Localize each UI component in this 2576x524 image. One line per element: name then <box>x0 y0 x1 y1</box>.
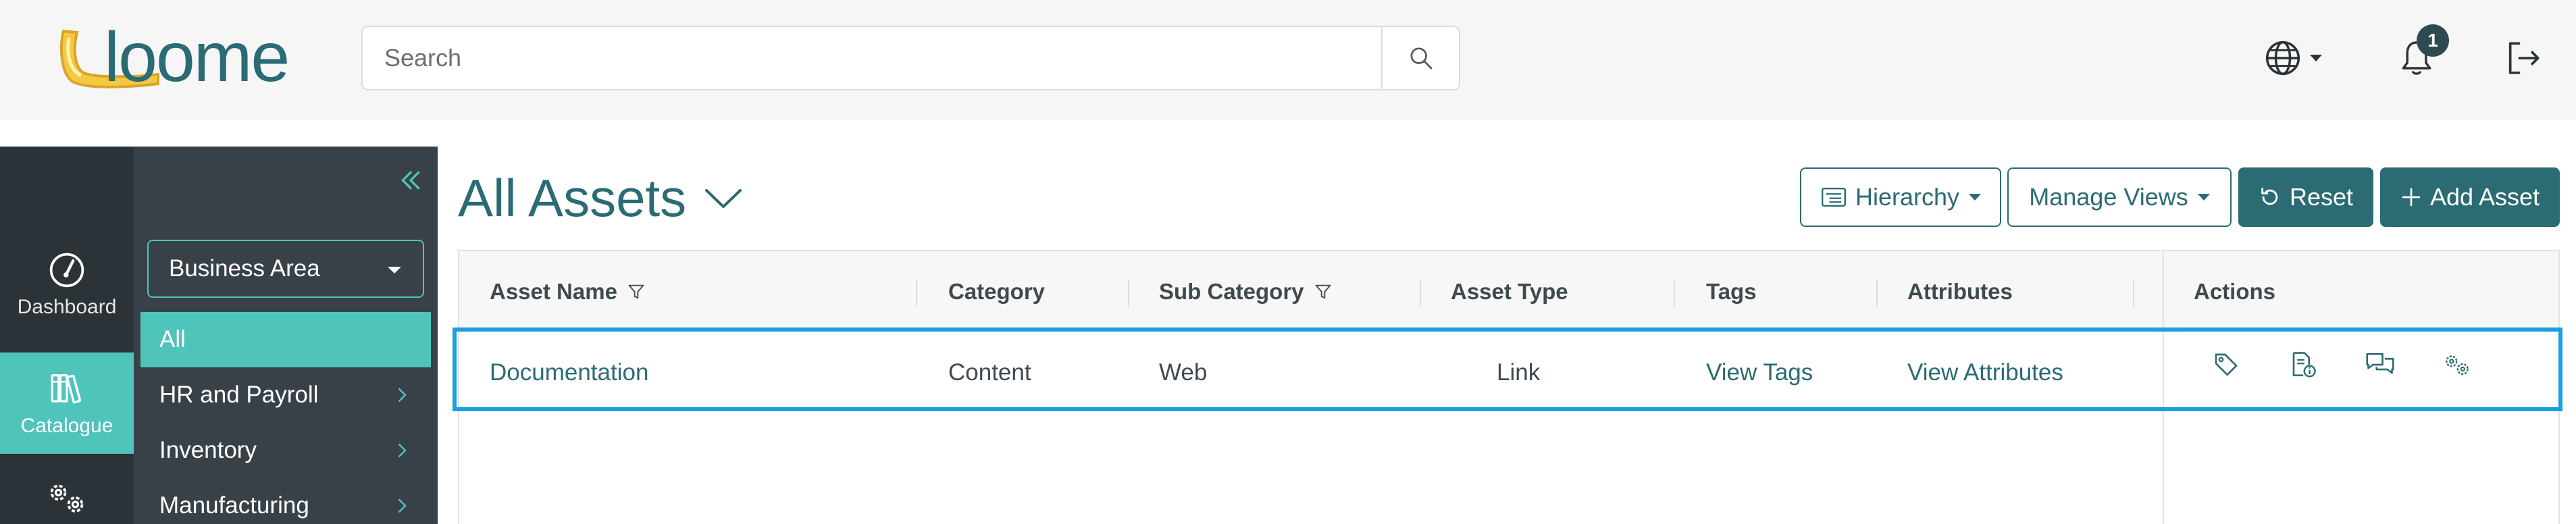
svg-text:loome: loome <box>104 19 288 93</box>
gears-icon <box>50 484 84 513</box>
chevron-right-icon <box>398 499 407 513</box>
reset-icon <box>2261 187 2278 205</box>
category-item-label: All <box>159 326 186 352</box>
table-row-asset-name-link[interactable]: Documentation <box>490 334 648 412</box>
hierarchy-button-label: Hierarchy <box>1855 183 1960 211</box>
column-divider <box>2133 280 2134 307</box>
table-row-sub-category: Web <box>1159 359 1208 386</box>
column-divider <box>1674 280 1675 307</box>
caret-down-icon <box>2197 194 2210 201</box>
column-divider <box>1420 280 1421 307</box>
page-title[interactable]: All Assets <box>458 167 744 229</box>
search-button[interactable] <box>1381 27 1459 89</box>
double-chevron-left-icon <box>401 171 420 190</box>
category-item-label: Inventory <box>159 437 257 463</box>
chevron-down-icon <box>2310 55 2322 61</box>
table-header: Asset Name Category Sub Category Asset T… <box>459 251 2558 332</box>
gears-icon[interactable] <box>2438 346 2476 384</box>
table-row-view-tags-link[interactable]: View Tags <box>1706 334 1813 412</box>
column-header-label: Tags <box>1706 279 1757 304</box>
search-box <box>361 26 1460 90</box>
gears-icon-svg <box>2446 355 2469 375</box>
column-header-label: Actions <box>2194 279 2276 304</box>
column-header-attributes[interactable]: Attributes <box>1907 251 2013 332</box>
rail-item-label: Dashboard <box>17 296 117 318</box>
column-divider <box>1128 280 1129 307</box>
category-item-label: Manufacturing <box>159 492 309 519</box>
column-header-label: Attributes <box>1907 279 2013 304</box>
rail-item-dashboard[interactable]: Dashboard <box>0 224 134 346</box>
loome-logo-svg: loome <box>59 18 290 97</box>
table-row-view-attributes-link[interactable]: View Attributes <box>1907 334 2063 412</box>
document-info-icon-svg <box>2292 352 2316 377</box>
filter-icon[interactable] <box>1314 282 1333 301</box>
chevron-right-icon <box>398 444 407 457</box>
collapse-panel-button[interactable] <box>397 167 424 194</box>
search-input[interactable] <box>363 27 1381 89</box>
document-info-icon[interactable] <box>2284 346 2322 384</box>
logout-button[interactable] <box>2499 34 2548 82</box>
left-nav-rail: Dashboard Catalogue <box>0 147 134 524</box>
table-row-asset-type: Link <box>1497 359 1541 386</box>
dashboard-gauge-icon <box>49 253 84 288</box>
rail-item-catalogue[interactable]: Catalogue <box>0 352 134 454</box>
column-header-category[interactable]: Category <box>948 251 1045 332</box>
column-header-actions: Actions <box>2194 251 2275 332</box>
notification-count-badge: 1 <box>2417 24 2449 57</box>
reset-button-label: Reset <box>2289 183 2354 211</box>
column-header-label: Asset Type <box>1451 279 1568 304</box>
tag-icon-svg <box>2215 353 2238 376</box>
column-header-label: Sub Category <box>1159 279 1304 304</box>
loome-logo[interactable]: loome <box>57 18 340 97</box>
plus-icon <box>2402 188 2421 207</box>
column-header-label: Asset Name <box>490 279 617 304</box>
rail-item-settings[interactable] <box>0 471 134 524</box>
column-header-asset-name[interactable]: Asset Name <box>490 251 646 332</box>
table-row-category: Content <box>948 359 1031 386</box>
search-icon <box>1410 47 1432 70</box>
column-header-label: Category <box>948 279 1046 304</box>
globe-icon <box>2265 41 2300 76</box>
hierarchy-icon <box>1821 188 1846 207</box>
add-asset-button-label: Add Asset <box>2429 183 2540 211</box>
column-header-asset-type[interactable]: Asset Type <box>1451 251 1568 332</box>
language-selector[interactable] <box>2259 32 2327 84</box>
category-item-manufacturing[interactable]: Manufacturing <box>140 478 431 524</box>
column-divider <box>1876 280 1878 307</box>
category-panel: Business Area All HR and Payroll Invento… <box>134 147 438 524</box>
business-area-select[interactable]: Business Area <box>147 240 424 298</box>
reset-button[interactable]: Reset <box>2238 167 2373 227</box>
column-divider <box>916 280 917 307</box>
manage-views-button[interactable]: Manage Views <box>2007 167 2232 227</box>
category-item-inventory[interactable]: Inventory <box>140 423 431 478</box>
actions-column-divider <box>2163 251 2164 524</box>
add-asset-button[interactable]: Add Asset <box>2380 167 2560 227</box>
comments-icon-svg <box>2366 352 2394 374</box>
assets-table: Asset Name Category Sub Category Asset T… <box>458 250 2560 524</box>
column-header-tags[interactable]: Tags <box>1706 251 1757 332</box>
chevron-right-icon <box>398 388 407 402</box>
category-item-hr-and-payroll[interactable]: HR and Payroll <box>140 367 431 423</box>
comments-icon[interactable] <box>2361 346 2399 384</box>
logout-icon <box>2508 42 2540 74</box>
business-area-select-label: Business Area <box>169 255 320 282</box>
top-header: loome 1 <box>0 0 2576 120</box>
tag-icon[interactable] <box>2207 346 2245 384</box>
page-title-text: All Assets <box>458 168 687 228</box>
filter-icon[interactable] <box>627 282 646 301</box>
category-item-label: HR and Payroll <box>159 382 319 408</box>
caret-down-icon <box>388 267 401 273</box>
category-item-all[interactable]: All <box>140 312 431 367</box>
books-icon <box>51 373 82 404</box>
chevron-down-icon <box>705 188 742 208</box>
hierarchy-button[interactable]: Hierarchy <box>1800 167 2001 227</box>
caret-down-icon <box>1969 194 1982 201</box>
rail-item-label: Catalogue <box>20 415 113 437</box>
column-header-sub-category[interactable]: Sub Category <box>1159 251 1333 332</box>
manage-views-button-label: Manage Views <box>2029 183 2188 211</box>
